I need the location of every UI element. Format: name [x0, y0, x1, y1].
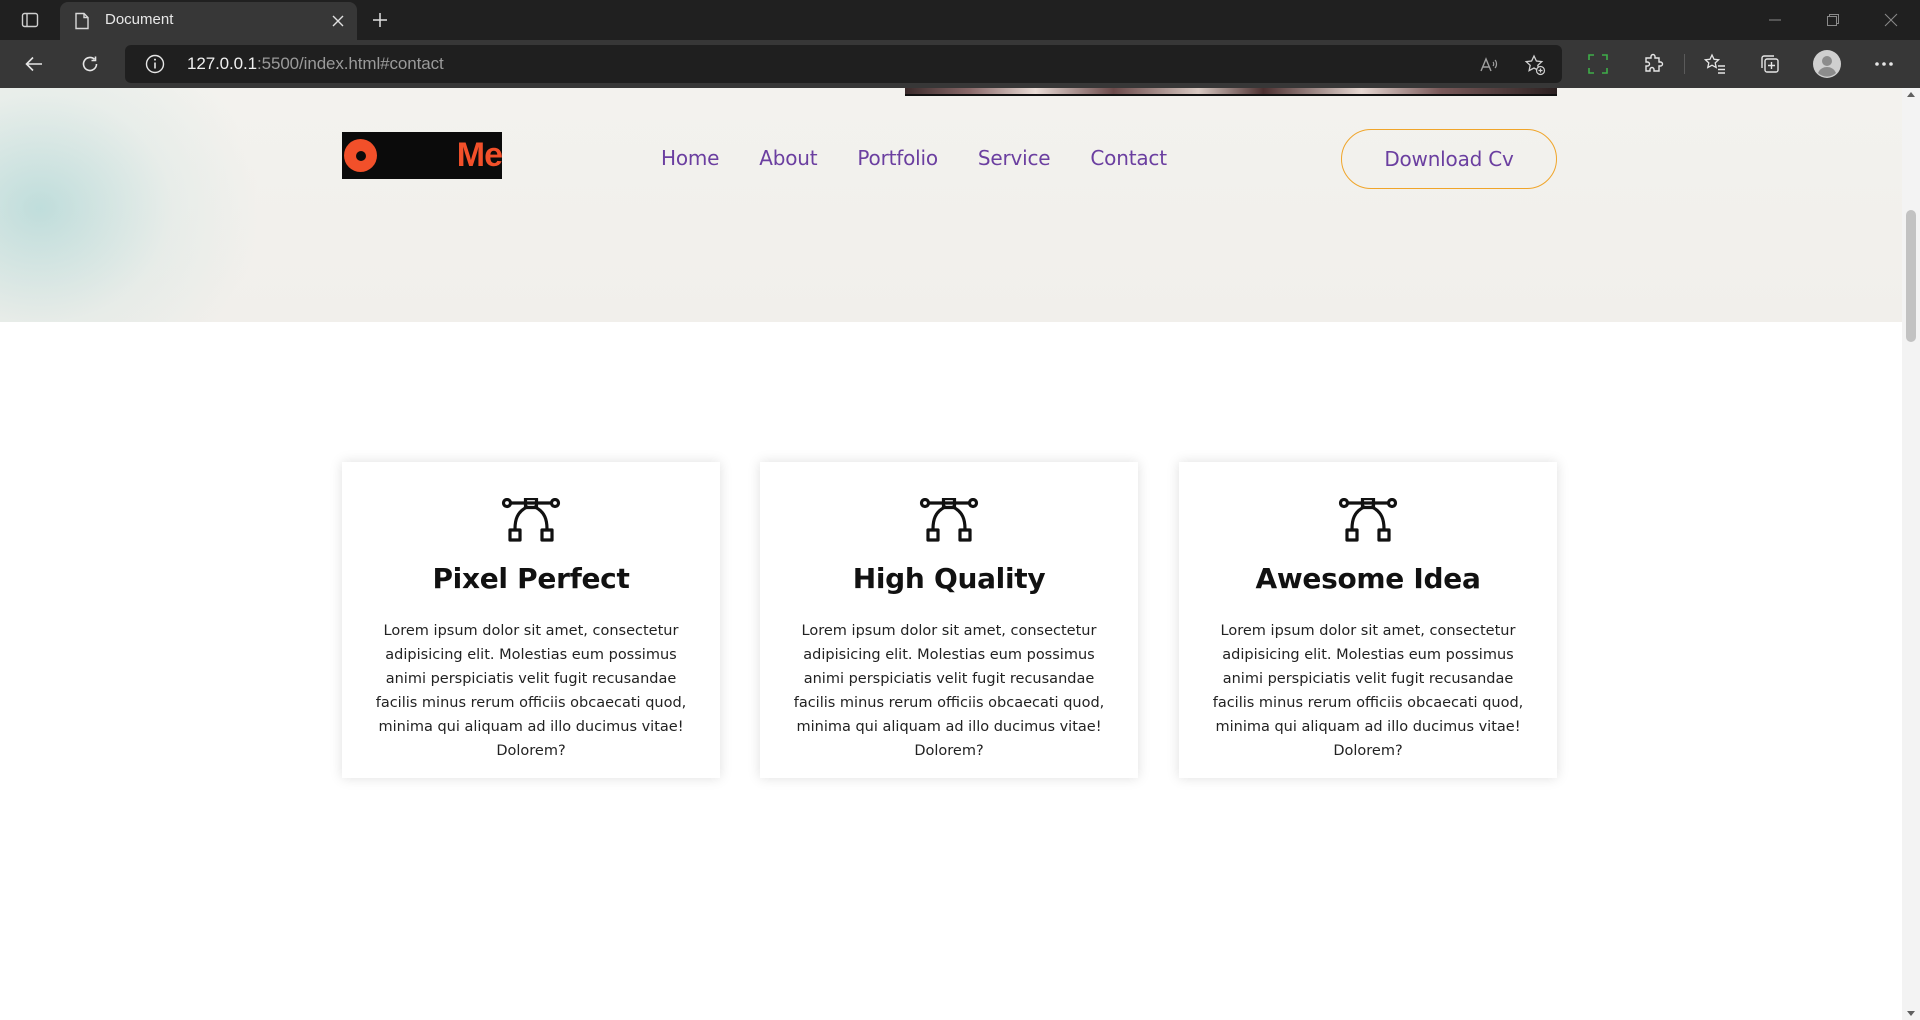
bezier-curve-icon: [1338, 498, 1398, 542]
scroll-thumb[interactable]: [1906, 210, 1916, 342]
minimize-button[interactable]: [1752, 4, 1798, 36]
puzzle-icon: [1645, 53, 1664, 72]
service-title: Pixel Perfect: [432, 562, 630, 595]
document-icon: [75, 12, 89, 30]
plus-icon: [373, 13, 387, 27]
nav-portfolio[interactable]: Portfolio: [857, 146, 938, 170]
browser-tab-bar: Document: [0, 0, 1920, 40]
tab-actions-icon: [21, 12, 39, 28]
address-bar[interactable]: 127.0.0.1:5500/index.html#contact: [125, 45, 1562, 83]
restore-icon: [1827, 14, 1839, 26]
service-description: Lorem ipsum dolor sit amet, consectetur …: [1212, 623, 1524, 759]
close-icon: [332, 15, 344, 27]
add-favorite-button[interactable]: [1521, 51, 1549, 79]
read-aloud-button[interactable]: [1475, 51, 1503, 79]
service-card: Pixel Perfect Lorem ipsum dolor sit amet…: [342, 462, 720, 778]
download-cv-button[interactable]: Download Cv: [1341, 129, 1557, 189]
logo-mark-dot: [356, 151, 366, 161]
refresh-icon: [82, 56, 98, 72]
arrow-left-icon: [25, 56, 42, 72]
site-info-icon[interactable]: [145, 54, 165, 74]
close-window-icon: [1884, 13, 1898, 27]
service-description: Lorem ipsum dolor sit amet, consectetur …: [793, 623, 1105, 759]
nav-service[interactable]: Service: [978, 146, 1051, 170]
service-card: High Quality Lorem ipsum dolor sit amet,…: [760, 462, 1138, 778]
capture-icon: [1588, 54, 1608, 74]
favorites-icon: [1704, 53, 1725, 74]
main-nav: Home About Portfolio Service Contact: [661, 146, 1207, 170]
close-window-button[interactable]: [1868, 4, 1914, 36]
browser-toolbar: 127.0.0.1:5500/index.html#contact: [0, 40, 1920, 88]
url-text[interactable]: 127.0.0.1:5500/index.html#contact: [187, 54, 444, 74]
bezier-curve-icon: [919, 498, 979, 542]
nav-about[interactable]: About: [759, 146, 817, 170]
new-tab-button[interactable]: [366, 6, 394, 34]
nav-contact[interactable]: Contact: [1090, 146, 1167, 170]
service-card: Awesome Idea Lorem ipsum dolor sit amet,…: [1179, 462, 1557, 778]
service-title: Awesome Idea: [1255, 562, 1481, 595]
restore-button[interactable]: [1810, 4, 1856, 36]
logo-text: Me: [456, 136, 503, 174]
scroll-down-arrow[interactable]: [1907, 1011, 1915, 1016]
extensions-button[interactable]: [1638, 48, 1670, 80]
url-path: :5500/index.html#contact: [257, 54, 444, 73]
screenshot-button[interactable]: [1582, 48, 1614, 80]
scroll-up-arrow[interactable]: [1907, 92, 1915, 97]
star-add-icon: [1524, 54, 1546, 76]
avatar-icon: [1813, 50, 1841, 78]
settings-menu-button[interactable]: [1868, 48, 1900, 80]
favorites-button[interactable]: [1699, 48, 1731, 80]
more-dots-icon: [1875, 62, 1893, 66]
page-scrollbar[interactable]: [1902, 88, 1920, 1020]
tab-actions-button[interactable]: [14, 6, 46, 34]
tab-title: Document: [105, 11, 174, 28]
collections-icon: [1761, 55, 1779, 73]
hero-header-section: Me Home About Portfolio Service Contact …: [0, 88, 1902, 322]
toolbar-divider: [1684, 54, 1685, 74]
hero-photo-edge: [905, 88, 1557, 96]
back-button[interactable]: [18, 48, 50, 80]
tab-close-button[interactable]: [327, 10, 349, 32]
collections-button[interactable]: [1754, 48, 1786, 80]
nav-home[interactable]: Home: [661, 146, 719, 170]
site-logo[interactable]: Me: [342, 132, 503, 179]
url-host: 127.0.0.1: [187, 54, 257, 73]
bezier-curve-icon: [501, 498, 561, 542]
service-title: High Quality: [852, 562, 1046, 595]
read-aloud-icon: [1480, 57, 1498, 72]
refresh-button[interactable]: [74, 48, 106, 80]
browser-tab-document[interactable]: Document: [60, 2, 357, 40]
page-viewport: Me Home About Portfolio Service Contact …: [0, 88, 1902, 1020]
service-description: Lorem ipsum dolor sit amet, consectetur …: [375, 623, 687, 759]
profile-button[interactable]: [1811, 48, 1843, 80]
minimize-icon: [1769, 19, 1781, 21]
